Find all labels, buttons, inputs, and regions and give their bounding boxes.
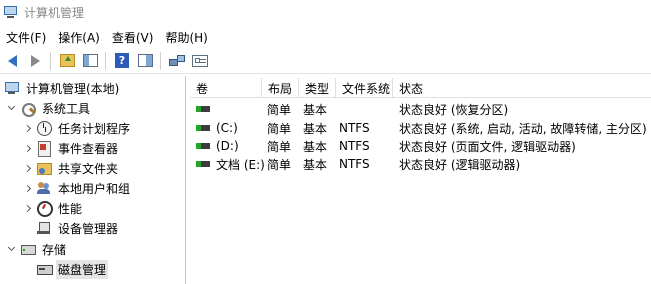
- chevron-right-icon[interactable]: [22, 163, 32, 173]
- tree-item-label: 性能: [58, 201, 83, 216]
- back-arrow-icon: [7, 54, 17, 67]
- chevron-right-icon[interactable]: [22, 123, 32, 133]
- tree-item-label: 事件查看器: [58, 141, 119, 156]
- volume-filesystem: NTFS: [339, 139, 370, 153]
- device-manager-icon: [36, 220, 52, 236]
- menu-help[interactable]: 帮助(H): [159, 29, 213, 46]
- tree-item-local-users[interactable]: 本地用户和组: [0, 178, 185, 198]
- action-pane-icon: [137, 54, 153, 67]
- tree-item-system-tools[interactable]: 系统工具: [0, 98, 185, 118]
- chevron-down-icon[interactable]: [6, 243, 16, 254]
- properties-button[interactable]: [189, 50, 211, 72]
- tree-item-label: 本地用户和组: [58, 181, 131, 196]
- volume-name: (C:): [216, 121, 238, 135]
- tree-item-label: 磁盘管理: [56, 259, 109, 279]
- menu-action[interactable]: 操作(A): [52, 29, 106, 46]
- up-folder-icon: [59, 54, 75, 67]
- chevron-right-icon[interactable]: [22, 203, 32, 213]
- toolbar-separator: [105, 51, 106, 70]
- forward-arrow-icon: [30, 54, 40, 67]
- volume-layout: 简单: [267, 139, 292, 154]
- disk-icon: [36, 261, 53, 277]
- volume-list: 卷 布局 类型 文件系统 状态 简单 基本 状态良好 (恢复分区) (C:) 简…: [190, 76, 651, 284]
- shared-folder-icon: [36, 160, 52, 176]
- toolbar: ?: [0, 48, 651, 74]
- tree-item-label: 系统工具: [42, 101, 91, 116]
- volume-status: 状态良好 (系统, 启动, 活动, 故障转储, 主分区): [399, 121, 647, 136]
- console-tree: 计算机管理(本地) 系统工具 任务计划程序 事件查看器 共享文件夹 本地用户和组: [0, 76, 186, 284]
- tree-item-shared-folders[interactable]: 共享文件夹: [0, 158, 185, 178]
- forward-button[interactable]: [24, 50, 46, 72]
- tree-item-device-manager[interactable]: 设备管理器: [0, 218, 185, 238]
- column-header-status[interactable]: 状态: [393, 78, 651, 98]
- tree-item-label: 共享文件夹: [58, 161, 119, 176]
- volume-status: 状态良好 (逻辑驱动器): [399, 157, 521, 172]
- column-header-type[interactable]: 类型: [299, 78, 336, 98]
- tree-item-label: 任务计划程序: [58, 121, 131, 136]
- tree-item-storage[interactable]: 存储: [0, 239, 185, 259]
- window-title: 计算机管理: [24, 5, 85, 20]
- computer-management-icon: [4, 80, 20, 96]
- volume-layout: 简单: [267, 157, 292, 172]
- volume-name: (D:): [216, 139, 239, 153]
- back-button[interactable]: [1, 50, 23, 72]
- connect-icon: [169, 54, 185, 67]
- toolbar-separator: [160, 51, 161, 70]
- chevron-right-icon[interactable]: [22, 143, 32, 153]
- table-row[interactable]: 简单 基本 状态良好 (恢复分区): [190, 100, 651, 118]
- menu-file[interactable]: 文件(F): [0, 29, 52, 46]
- users-icon: [36, 180, 52, 196]
- toolbar-separator: [50, 51, 51, 70]
- volume-icon: [196, 143, 210, 149]
- tree-item-task-scheduler[interactable]: 任务计划程序: [0, 118, 185, 138]
- clock-icon: [36, 120, 52, 136]
- table-row[interactable]: (C:) 简单 基本 NTFS 状态良好 (系统, 启动, 活动, 故障转储, …: [190, 119, 651, 137]
- volume-layout: 简单: [267, 121, 292, 136]
- volume-list-header: 卷 布局 类型 文件系统 状态: [190, 78, 651, 98]
- volume-status: 状态良好 (恢复分区): [399, 102, 509, 117]
- help-icon: ?: [115, 53, 129, 68]
- show-hide-console-tree-icon: [82, 54, 98, 67]
- volume-type: 基本: [303, 139, 328, 154]
- event-viewer-icon: [36, 140, 52, 157]
- tree-item-label: 存储: [42, 242, 67, 257]
- table-row[interactable]: 文档 (E:) 简单 基本 NTFS 状态良好 (逻辑驱动器): [190, 155, 651, 173]
- tree-item-event-viewer[interactable]: 事件查看器: [0, 138, 185, 158]
- chevron-right-icon[interactable]: [22, 183, 32, 193]
- column-header-layout[interactable]: 布局: [262, 78, 299, 98]
- volume-icon: [196, 106, 210, 112]
- column-header-filesystem[interactable]: 文件系统: [336, 78, 393, 98]
- tree-item-performance[interactable]: 性能: [0, 198, 185, 218]
- storage-icon: [20, 241, 36, 257]
- title-bar: 计算机管理: [0, 0, 651, 24]
- menu-view[interactable]: 查看(V): [106, 29, 160, 46]
- column-header-volume[interactable]: 卷: [190, 78, 262, 98]
- tree-item-label: 计算机管理(本地): [26, 81, 120, 96]
- tree-item-label: 设备管理器: [58, 221, 119, 236]
- volume-name: 文档 (E:): [216, 157, 265, 172]
- show-hide-action-pane-button[interactable]: [134, 50, 156, 72]
- system-tools-icon: [20, 100, 36, 117]
- volume-icon: [196, 161, 210, 167]
- table-row[interactable]: (D:) 简单 基本 NTFS 状态良好 (页面文件, 逻辑驱动器): [190, 137, 651, 155]
- computer-management-icon: [4, 5, 18, 19]
- volume-icon: [196, 125, 210, 131]
- volume-filesystem: NTFS: [339, 157, 370, 171]
- volume-status: 状态良好 (页面文件, 逻辑驱动器): [399, 139, 576, 154]
- volume-layout: 简单: [267, 102, 292, 117]
- up-one-level-button[interactable]: [56, 50, 78, 72]
- tree-item-disk-management[interactable]: 磁盘管理: [0, 259, 185, 279]
- properties-icon: [192, 54, 208, 67]
- menu-bar: 文件(F) 操作(A) 查看(V) 帮助(H): [0, 26, 651, 48]
- volume-type: 基本: [303, 157, 328, 172]
- volume-type: 基本: [303, 102, 328, 117]
- volume-filesystem: NTFS: [339, 121, 370, 135]
- help-button[interactable]: ?: [111, 50, 133, 72]
- volume-type: 基本: [303, 121, 328, 136]
- performance-icon: [36, 200, 53, 217]
- tree-item-root[interactable]: 计算机管理(本地): [0, 78, 185, 98]
- connect-button[interactable]: [166, 50, 188, 72]
- chevron-down-icon[interactable]: [6, 102, 16, 113]
- show-hide-tree-button[interactable]: [79, 50, 101, 72]
